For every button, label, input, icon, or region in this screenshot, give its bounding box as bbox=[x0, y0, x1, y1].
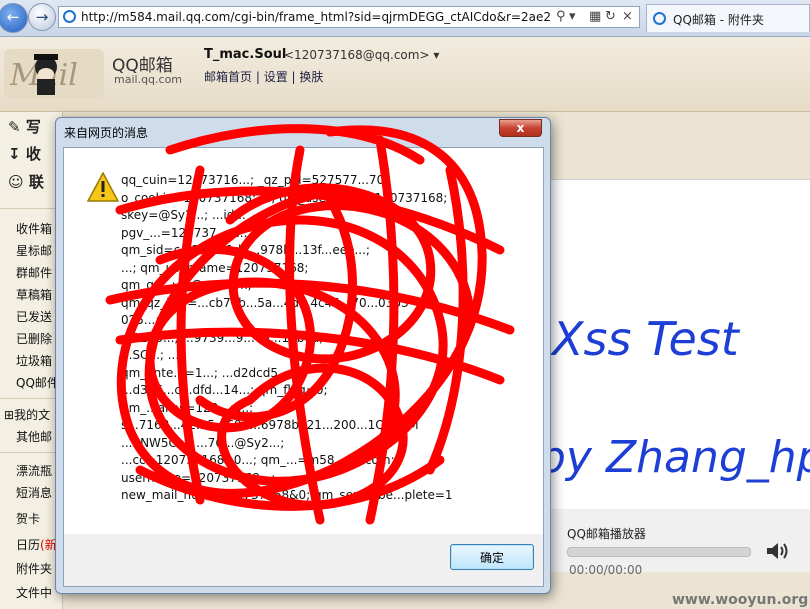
compatibility-view-icon[interactable]: ▦ bbox=[589, 9, 601, 24]
sidebar-item-file-transfer[interactable]: 文件中 bbox=[16, 584, 52, 601]
handwriting-line-2: by Zhang_hp bbox=[546, 432, 810, 483]
alert-message-line: qm_sid=c...227...1d5...978b...13f...eee.… bbox=[121, 243, 370, 257]
forward-arrow-icon: → bbox=[35, 8, 49, 26]
close-button[interactable]: x bbox=[499, 119, 542, 137]
alert-message-line: o_cookie=120737168; ...; qm_username=120… bbox=[121, 190, 448, 205]
close-icon: x bbox=[516, 121, 525, 135]
expand-icon[interactable]: ⊞ bbox=[4, 408, 14, 422]
back-arrow-icon: ← bbox=[6, 8, 20, 26]
volume-icon[interactable] bbox=[765, 541, 789, 561]
compose-label: 写 bbox=[25, 118, 41, 136]
sidebar: ✎ 写 ↧ 收 ☺ 联 收件箱 星标邮 群邮件 草稿箱 已发送 已删除 垃圾箱 … bbox=[0, 112, 63, 609]
contacts-button[interactable]: ☺ 联 bbox=[8, 171, 60, 193]
alert-message-line: ...d356...c...dfd...14...; qm_flag=0; bbox=[121, 383, 328, 397]
warning-icon bbox=[87, 172, 119, 202]
back-button[interactable]: ← bbox=[0, 3, 28, 33]
alert-message-line: new_mail_num=120737168&0; qm_sendwbe...p… bbox=[121, 488, 453, 502]
receive-label: 收 bbox=[25, 145, 41, 163]
sidebar-item-drafts[interactable]: 草稿箱 bbox=[16, 286, 52, 303]
ie-page-icon bbox=[63, 10, 76, 23]
compose-button[interactable]: ✎ 写 bbox=[8, 116, 60, 138]
sidebar-item-spam[interactable]: 垃圾箱 bbox=[16, 352, 52, 369]
sidebar-divider bbox=[0, 398, 62, 399]
alert-message-line: qq_cuin=12073716...; _qz_pkl=527577...70… bbox=[121, 173, 389, 187]
alert-message-line: ...5NW5C...; ...76...@Sy2...; bbox=[121, 435, 285, 450]
sidebar-item-calendar[interactable]: 日历(新 bbox=[16, 536, 57, 553]
sidebar-item-deleted[interactable]: 已删除 bbox=[16, 330, 52, 347]
sidebar-item-inbox[interactable]: 收件箱 bbox=[16, 220, 52, 237]
calendar-label: 日历 bbox=[16, 538, 41, 552]
alert-message-line: qm_...alias=120...; ...; bbox=[121, 400, 254, 415]
sidebar-item-sent[interactable]: 已发送 bbox=[16, 308, 52, 325]
account-dropdown-icon[interactable]: ▾ bbox=[433, 48, 439, 62]
stop-icon[interactable]: × bbox=[622, 9, 633, 24]
alert-message-line: qm_ante...=1...; ...d2dcd5 bbox=[121, 365, 278, 380]
sidebar-item-qq-mail[interactable]: QQ邮件 bbox=[16, 374, 59, 391]
alert-message-line: ...SC...; ... bbox=[121, 348, 180, 362]
attachment-preview: Xss Test by Zhang_hp bbox=[538, 179, 810, 511]
contacts-icon: ☺ bbox=[8, 173, 24, 191]
alert-message-line: s...7168...42...5...697...6978b621...200… bbox=[121, 418, 419, 432]
watermark: www.wooyun.org bbox=[672, 592, 809, 608]
alert-message-line: pgv_...=120737...; ...; bbox=[121, 225, 252, 240]
pencil-icon: ✎ bbox=[8, 118, 21, 136]
address-bar[interactable]: http://m584.mail.qq.com/cgi-bin/frame_ht… bbox=[58, 6, 640, 28]
sidebar-item-drift-bottle[interactable]: 漂流瓶 bbox=[16, 462, 52, 479]
download-icon: ↧ bbox=[8, 145, 21, 163]
alert-message-line: username=120737168...; bbox=[121, 470, 276, 485]
alert-dialog: 来自网页的消息 x qq_cuin=12073716...; _qz_pkl=5… bbox=[55, 117, 551, 594]
search-icon[interactable]: ⚲ bbox=[556, 9, 566, 24]
sidebar-item-sms[interactable]: 短消息 bbox=[16, 484, 52, 501]
sidebar-item-other[interactable]: 其他邮 bbox=[16, 428, 52, 445]
dialog-body: qq_cuin=12073716...; _qz_pkl=527577...70… bbox=[63, 147, 544, 535]
ie-tab-icon bbox=[653, 12, 666, 25]
tab-label: QQ邮箱 - 附件夹 bbox=[673, 13, 764, 27]
alert-message-line: ...1200...; ...9739...9...45...17bea; bbox=[121, 330, 324, 345]
handwriting-line-1: Xss Test bbox=[550, 312, 741, 366]
refresh-icon[interactable]: ↻ bbox=[605, 9, 616, 24]
sidebar-item-attachments[interactable]: 附件夹 bbox=[16, 560, 52, 577]
user-email-text: <120737168@qq.com> bbox=[284, 48, 430, 62]
user-email: <120737168@qq.com> ▾ bbox=[284, 48, 439, 62]
sidebar-item-my-folders[interactable]: ⊞我的文 bbox=[4, 406, 50, 423]
sidebar-item-cards[interactable]: 贺卡 bbox=[16, 510, 40, 527]
alert-message-line: skey=@Sy2...; ...id... bbox=[121, 208, 246, 222]
mail-player: QQ邮箱播放器 00:00/00:00 bbox=[545, 509, 810, 577]
alert-message: qq_cuin=12073716...; _qz_pkl=527577...70… bbox=[121, 172, 541, 505]
qq-mail-logo: Mail bbox=[4, 49, 104, 99]
header-links: 邮箱首页 | 设置 | 换肤 bbox=[204, 70, 324, 84]
link-settings[interactable]: 设置 bbox=[264, 70, 288, 84]
link-change-skin[interactable]: 换肤 bbox=[299, 70, 323, 84]
player-progress-track[interactable] bbox=[567, 547, 751, 557]
user-name: T_mac.Soul bbox=[204, 47, 287, 62]
contacts-label: 联 bbox=[28, 173, 44, 191]
dropdown-icon[interactable]: ▾ bbox=[569, 9, 576, 24]
alert-message-line: ...; qm_username=120737168; bbox=[121, 260, 309, 275]
alert-message-line: qm_qz...; ...@qq.com; bbox=[121, 278, 252, 292]
alert-message-line: ...cc=120737168&0...; qm_...=m58...qq.co… bbox=[121, 453, 395, 467]
alert-message-line: 025...; bbox=[121, 313, 160, 327]
ok-button[interactable]: 确定 bbox=[450, 544, 534, 570]
dialog-footer: 确定 bbox=[63, 534, 544, 587]
handwritten-image: Xss Test by Zhang_hp bbox=[538, 312, 810, 483]
sidebar-divider bbox=[0, 208, 62, 209]
link-mail-home[interactable]: 邮箱首页 bbox=[204, 70, 252, 84]
sidebar-divider bbox=[0, 452, 62, 453]
alert-message-line: qm_qz_key=...cb70b...5a...4d...4c45...70… bbox=[121, 295, 409, 310]
tab-qq-mail[interactable]: QQ邮箱 - 附件夹 bbox=[646, 4, 810, 32]
forward-button[interactable]: → bbox=[28, 3, 56, 31]
receive-button[interactable]: ↧ 收 bbox=[8, 143, 60, 165]
sidebar-item-starred[interactable]: 星标邮 bbox=[16, 242, 52, 259]
dialog-title: 来自网页的消息 bbox=[64, 126, 149, 140]
mail-header: Mail QQ邮箱 mail.qq.com T_mac.Soul <120737… bbox=[0, 37, 810, 112]
url-text[interactable]: http://m584.mail.qq.com/cgi-bin/frame_ht… bbox=[81, 10, 551, 24]
player-time: 00:00/00:00 bbox=[569, 563, 643, 577]
brand-domain: mail.qq.com bbox=[114, 73, 183, 86]
my-folders-label: 我的文 bbox=[14, 408, 51, 422]
sidebar-item-group[interactable]: 群邮件 bbox=[16, 264, 52, 281]
browser-toolbar: ← → http://m584.mail.qq.com/cgi-bin/fram… bbox=[0, 0, 810, 37]
player-title: QQ邮箱播放器 bbox=[567, 527, 646, 541]
